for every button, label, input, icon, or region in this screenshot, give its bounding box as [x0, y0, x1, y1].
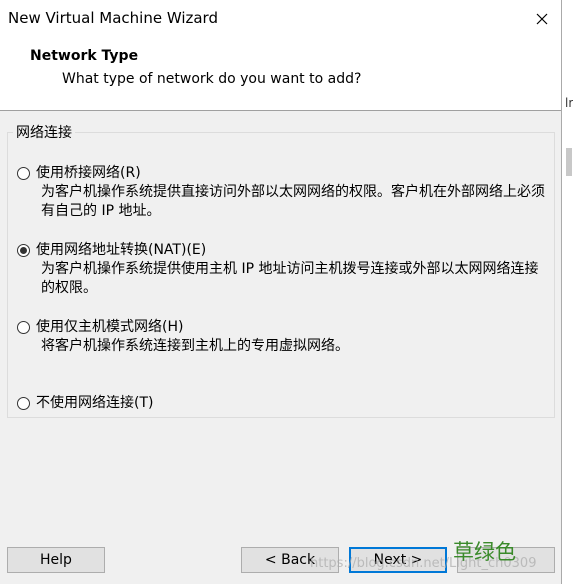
wizard-window: New Virtual Machine Wizard Network Type …	[0, 0, 562, 584]
background-window-text: lr	[565, 96, 573, 110]
radio-nat[interactable]	[17, 244, 30, 257]
radio-host-only[interactable]	[17, 321, 30, 334]
radio-row-no-network[interactable]: 不使用网络连接(T)	[17, 394, 153, 413]
group-label: 网络连接	[16, 125, 72, 141]
close-button[interactable]	[529, 6, 555, 32]
window-title: New Virtual Machine Wizard	[8, 9, 218, 27]
radio-no-network[interactable]	[17, 397, 30, 410]
radio-row-bridged[interactable]: 使用桥接网络(R)	[17, 164, 551, 183]
help-button[interactable]: Help	[7, 547, 105, 573]
page-title: Network Type	[30, 48, 139, 64]
option-host-only: 使用仅主机模式网络(H) 将客户机操作系统连接到主机上的专用虚拟网络。	[17, 318, 551, 356]
radio-row-nat[interactable]: 使用网络地址转换(NAT)(E)	[17, 241, 551, 260]
next-button[interactable]: Next >	[349, 547, 447, 573]
option-label-host-only[interactable]: 使用仅主机模式网络(H)	[36, 318, 183, 337]
radio-bridged[interactable]	[17, 167, 30, 180]
option-bridged: 使用桥接网络(R) 为客户机操作系统提供直接访问外部以太网网络的权限。客户机在外…	[17, 164, 551, 221]
page-subtitle: What type of network do you want to add?	[62, 71, 362, 87]
wizard-header: Network Type What type of network do you…	[0, 38, 561, 111]
option-label-no-network[interactable]: 不使用网络连接(T)	[36, 394, 153, 413]
option-label-nat[interactable]: 使用网络地址转换(NAT)(E)	[36, 241, 206, 260]
cancel-button[interactable]	[457, 547, 555, 573]
option-desc-nat: 为客户机操作系统提供使用主机 IP 地址访问主机拨号连接或外部以太网网络连接的权…	[41, 261, 539, 296]
title-bar[interactable]: New Virtual Machine Wizard	[0, 0, 561, 38]
back-button[interactable]: < Back	[241, 547, 339, 573]
option-desc-host-only: 将客户机操作系统连接到主机上的专用虚拟网络。	[41, 338, 349, 354]
option-desc-bridged: 为客户机操作系统提供直接访问外部以太网网络的权限。客户机在外部网络上必须有自己的…	[41, 184, 545, 219]
network-connection-group: 网络连接 使用桥接网络(R) 为客户机操作系统提供直接访问外部以太网网络的权限。…	[7, 122, 555, 418]
background-scrollbar	[566, 148, 572, 176]
option-no-network: 不使用网络连接(T)	[17, 394, 153, 413]
option-nat: 使用网络地址转换(NAT)(E) 为客户机操作系统提供使用主机 IP 地址访问主…	[17, 241, 551, 298]
option-label-bridged[interactable]: 使用桥接网络(R)	[36, 164, 141, 183]
close-icon	[536, 13, 548, 25]
radio-row-host-only[interactable]: 使用仅主机模式网络(H)	[17, 318, 551, 337]
